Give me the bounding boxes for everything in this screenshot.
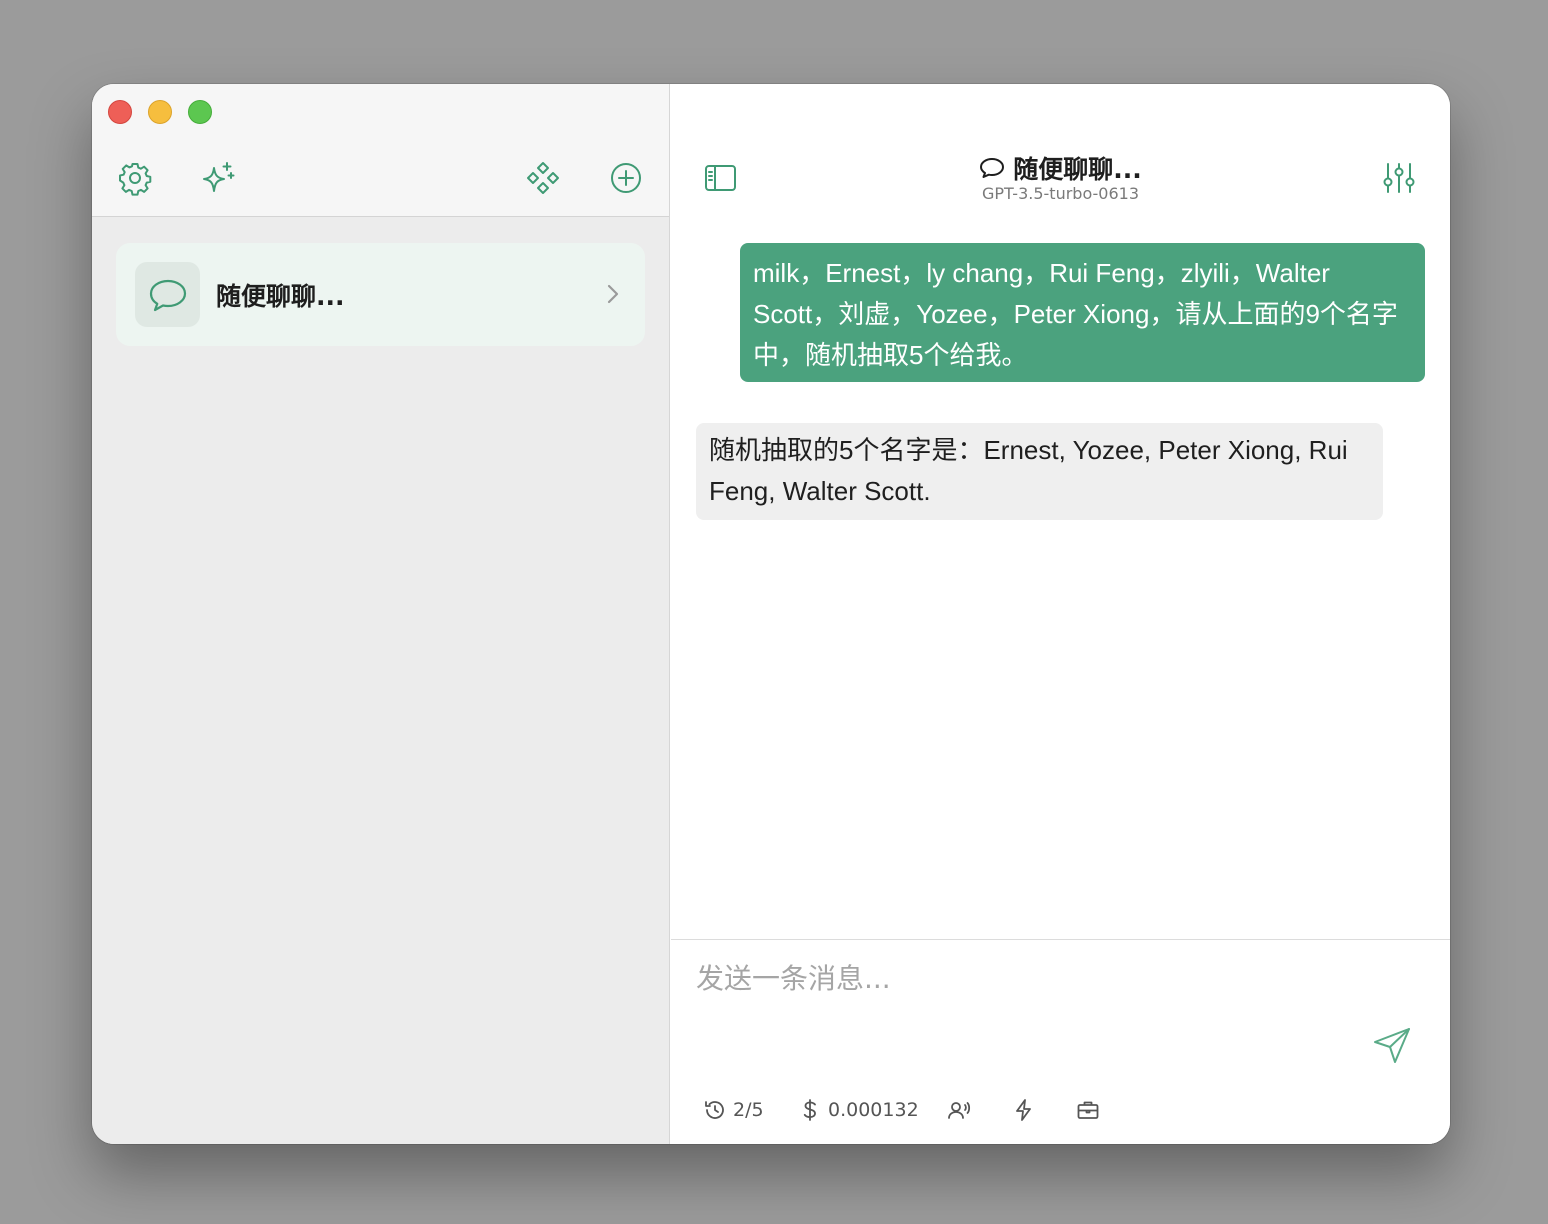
sparkles-icon[interactable] bbox=[200, 160, 236, 196]
sidebar-toolbar bbox=[92, 84, 669, 217]
plus-circle-icon[interactable] bbox=[608, 160, 644, 196]
voice-button[interactable] bbox=[947, 1095, 971, 1125]
dollar-icon bbox=[803, 1099, 816, 1121]
composer: 2/5 0.000132 bbox=[671, 939, 1450, 1144]
chat-panel: 随便聊聊... GPT-3.5-turbo-0613 milk，Ernest，l… bbox=[671, 84, 1450, 1144]
conversation-title: 随便聊聊... bbox=[216, 282, 345, 311]
window-close-button[interactable] bbox=[108, 100, 132, 124]
window-maximize-button[interactable] bbox=[188, 100, 212, 124]
window-minimize-button[interactable] bbox=[148, 100, 172, 124]
chat-header: 随便聊聊... bbox=[671, 150, 1450, 186]
message-input[interactable] bbox=[696, 958, 1356, 998]
diamond-grid-icon[interactable] bbox=[525, 160, 561, 196]
sidebar: 随便聊聊... bbox=[92, 84, 670, 1144]
toolbox-button[interactable] bbox=[1076, 1095, 1100, 1125]
history-stat[interactable]: 2/5 bbox=[703, 1095, 764, 1125]
gear-icon[interactable] bbox=[117, 160, 153, 196]
conversation-item[interactable]: 随便聊聊... bbox=[116, 243, 645, 346]
quick-action-button[interactable] bbox=[1012, 1095, 1036, 1125]
briefcase-icon bbox=[1077, 1101, 1099, 1119]
speaking-person-icon bbox=[948, 1102, 971, 1119]
chat-title: 随便聊聊... bbox=[979, 150, 1142, 186]
assistant-message: 随机抽取的5个名字是：Ernest, Yozee, Peter Xiong, R… bbox=[696, 423, 1383, 520]
cost-value: 0.000132 bbox=[828, 1099, 919, 1121]
chat-bubble-icon bbox=[135, 262, 200, 327]
send-icon[interactable] bbox=[1371, 1025, 1413, 1067]
chat-title-text: 随便聊聊... bbox=[1013, 155, 1142, 184]
sliders-icon[interactable] bbox=[1381, 160, 1417, 196]
model-name: GPT-3.5-turbo-0613 bbox=[981, 184, 1140, 203]
history-icon bbox=[705, 1101, 724, 1119]
lightning-icon bbox=[1016, 1099, 1031, 1121]
app-window: 随便聊聊... 随便聊聊... GPT-3.5-turbo-0613 milk，… bbox=[92, 84, 1450, 1144]
cost-stat[interactable]: 0.000132 bbox=[798, 1095, 919, 1125]
history-count: 2/5 bbox=[733, 1099, 764, 1121]
user-message: milk，Ernest，ly chang，Rui Feng，zlyili，Wal… bbox=[740, 243, 1425, 382]
chevron-right-icon bbox=[607, 284, 619, 304]
chat-bubble-icon bbox=[980, 158, 1005, 178]
